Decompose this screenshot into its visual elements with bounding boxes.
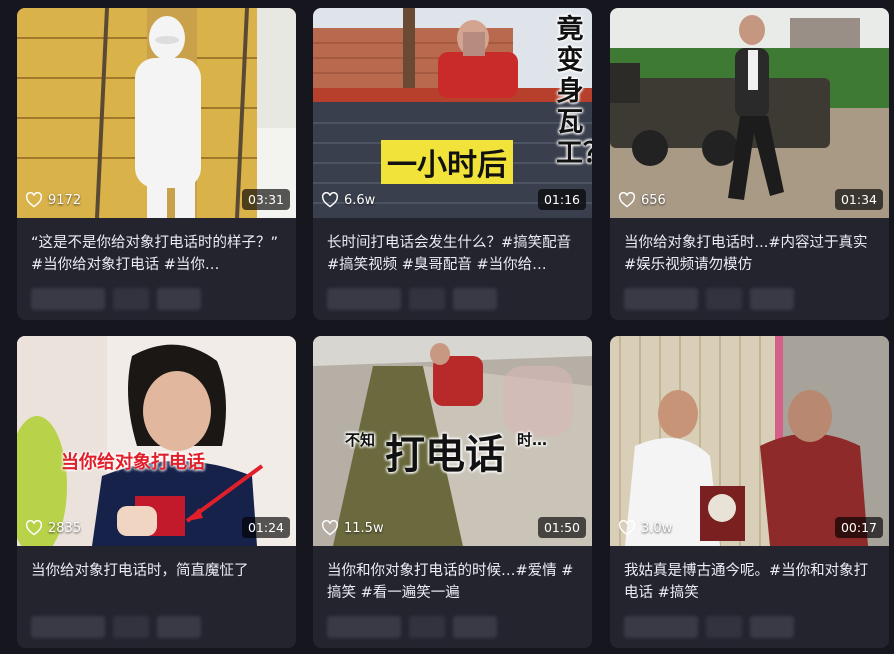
thumbnail-caption: 竟变身瓦工？ [556, 14, 592, 169]
thumbnail-image [17, 336, 296, 546]
author-meta [313, 278, 592, 320]
video-card[interactable]: 不知 打电话 时… 11.5w 01:50 当你和你对象打电话的时候…#爱情 #… [313, 336, 592, 648]
like-count-text: 656 [641, 192, 666, 208]
blurred-date [750, 616, 794, 638]
blurred-info [706, 616, 742, 638]
blurred-date [157, 616, 201, 638]
heart-outline-icon [321, 520, 339, 536]
thumbnail-caption: 一小时后 [381, 140, 513, 184]
like-count: 2835 [25, 520, 81, 536]
blurred-author [624, 616, 698, 638]
video-card[interactable]: 656 01:34 当你给对象打电话时...#内容过于真实 #娱乐视频请勿模仿 [610, 8, 889, 320]
video-thumbnail[interactable]: 竟变身瓦工？ 一小时后 6.6w 01:16 [313, 8, 592, 218]
blurred-info [409, 616, 445, 638]
blurred-info [706, 288, 742, 310]
heart-outline-icon [618, 520, 636, 536]
heart-outline-icon [618, 192, 636, 208]
blurred-date [750, 288, 794, 310]
blurred-date [157, 288, 201, 310]
video-thumbnail[interactable]: 656 01:34 [610, 8, 889, 218]
heart-outline-icon [321, 192, 339, 208]
author-meta [17, 606, 296, 648]
thumbnail-caption: 打电话 [385, 432, 505, 478]
video-duration: 01:34 [834, 189, 883, 210]
video-title[interactable]: 我姑真是博古通今呢。#当你和对象打电话 #搞笑 [610, 546, 889, 606]
author-meta [610, 278, 889, 320]
video-thumbnail[interactable]: 当你给对象打电话 2835 01:24 [17, 336, 296, 546]
video-duration: 01:24 [241, 517, 290, 538]
video-title[interactable]: 当你和你对象打电话的时候…#爱情 #搞笑 #看一遍笑一遍 [313, 546, 592, 606]
like-count-text: 6.6w [344, 192, 376, 208]
thumbnail-image [313, 8, 592, 218]
video-duration: 00:17 [834, 517, 883, 538]
author-meta [313, 606, 592, 648]
like-count-text: 3.0w [641, 520, 673, 536]
video-grid: 9172 03:31 “这是不是你给对象打电话时的样子？” #当你给对象打电话 … [0, 0, 894, 654]
blurred-author [31, 616, 105, 638]
like-count: 6.6w [321, 192, 375, 208]
thumbnail-image [610, 336, 889, 546]
like-count-text: 2835 [48, 520, 82, 536]
video-card[interactable]: 竟变身瓦工？ 一小时后 6.6w 01:16 长时间打电话会发生什么？#搞笑配音… [313, 8, 592, 320]
like-count: 11.5w [321, 520, 384, 536]
blurred-info [409, 288, 445, 310]
video-card[interactable]: 当你给对象打电话 2835 01:24 当你给对象打电话时，简直魔怔了 [17, 336, 296, 648]
blurred-info [113, 288, 149, 310]
blurred-author [327, 616, 401, 638]
like-count: 9172 [25, 192, 81, 208]
video-title[interactable]: “这是不是你给对象打电话时的样子？” #当你给对象打电话 #当你… [17, 218, 296, 278]
author-meta [610, 606, 889, 648]
video-duration: 03:31 [241, 189, 290, 210]
blurred-author [31, 288, 105, 310]
video-card[interactable]: 3.0w 00:17 我姑真是博古通今呢。#当你和对象打电话 #搞笑 [610, 336, 889, 648]
blurred-date [453, 616, 497, 638]
like-count: 3.0w [618, 520, 672, 536]
author-meta [17, 278, 296, 320]
video-thumbnail[interactable]: 9172 03:31 [17, 8, 296, 218]
thumbnail-caption: 当你给对象打电话 [61, 452, 205, 473]
thumbnail-caption: 时… [517, 431, 548, 449]
heart-outline-icon [25, 192, 43, 208]
blurred-info [113, 616, 149, 638]
like-count-text: 9172 [48, 192, 82, 208]
like-count: 656 [618, 192, 666, 208]
blurred-author [327, 288, 401, 310]
thumbnail-image [610, 8, 889, 218]
heart-outline-icon [25, 520, 43, 536]
like-count-text: 11.5w [344, 520, 384, 536]
thumbnail-caption: 不知 [345, 431, 376, 449]
video-duration: 01:16 [537, 189, 586, 210]
blurred-date [453, 288, 497, 310]
video-card[interactable]: 9172 03:31 “这是不是你给对象打电话时的样子？” #当你给对象打电话 … [17, 8, 296, 320]
video-thumbnail[interactable]: 不知 打电话 时… 11.5w 01:50 [313, 336, 592, 546]
video-title[interactable]: 长时间打电话会发生什么？#搞笑配音 #搞笑视频 #臭哥配音 #当你给… [313, 218, 592, 278]
video-duration: 01:50 [537, 517, 586, 538]
video-title[interactable]: 当你给对象打电话时...#内容过于真实 #娱乐视频请勿模仿 [610, 218, 889, 278]
video-thumbnail[interactable]: 3.0w 00:17 [610, 336, 889, 546]
video-title[interactable]: 当你给对象打电话时，简直魔怔了 [17, 546, 296, 606]
thumbnail-image [17, 8, 296, 218]
blurred-author [624, 288, 698, 310]
